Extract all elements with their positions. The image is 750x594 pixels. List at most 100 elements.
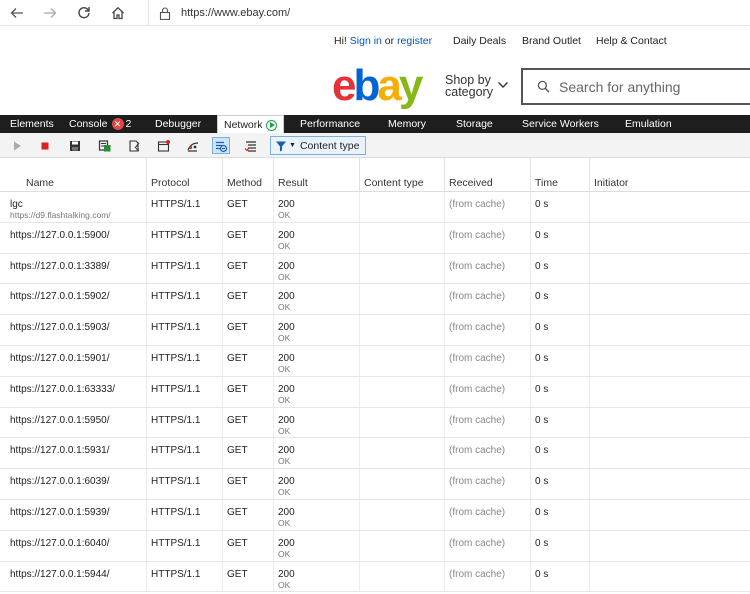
cell-time: 0 s bbox=[530, 192, 589, 222]
tab-emulation[interactable]: Emulation bbox=[625, 115, 672, 133]
brand-outlet-link[interactable]: Brand Outlet bbox=[522, 35, 581, 47]
import-har-button[interactable] bbox=[96, 137, 114, 154]
cell-result: 200 OK bbox=[273, 376, 359, 407]
cell-initiator bbox=[589, 253, 750, 284]
cell-time: 0 s bbox=[530, 376, 589, 407]
tab-performance[interactable]: Performance bbox=[300, 115, 360, 133]
lock-icon bbox=[159, 6, 171, 20]
back-button[interactable] bbox=[0, 0, 34, 26]
register-link[interactable]: register bbox=[397, 35, 432, 47]
address-bar[interactable]: https://www.ebay.com/ bbox=[148, 0, 748, 26]
cell-initiator bbox=[589, 469, 750, 499]
home-button[interactable] bbox=[101, 0, 135, 26]
status-code: 200 bbox=[278, 229, 295, 241]
cell-content-type bbox=[359, 192, 444, 222]
shop-by-category-button[interactable]: Shop by category bbox=[445, 74, 493, 99]
ebay-top-nav: Hi! Sign in or register Daily Deals Bran… bbox=[0, 30, 750, 52]
cell-method: GET bbox=[222, 222, 273, 253]
status-text: OK bbox=[278, 548, 291, 559]
request-name: https://127.0.0.1:6039/ bbox=[10, 476, 110, 488]
cell-name: https://127.0.0.1:6039/ bbox=[0, 469, 146, 499]
tab-debugger[interactable]: Debugger bbox=[155, 115, 201, 133]
table-row[interactable]: https://127.0.0.1:6040/HTTPS/1.1 GET 200 OK… bbox=[0, 530, 750, 562]
column-header-name[interactable]: Name bbox=[0, 158, 146, 192]
request-name: https://127.0.0.1:5901/ bbox=[10, 352, 110, 364]
column-header-method[interactable]: Method bbox=[222, 158, 273, 192]
cell-name: https://127.0.0.1:5902/ bbox=[0, 284, 146, 314]
forward-button[interactable] bbox=[33, 0, 67, 26]
filter-label: Content type bbox=[299, 139, 360, 152]
tab-console[interactable]: Console ✕ 2 bbox=[69, 115, 131, 133]
help-contact-link[interactable]: Help & Contact bbox=[596, 35, 667, 47]
sign-in-link[interactable]: Sign in bbox=[350, 35, 382, 47]
column-header-content-type[interactable]: Content type bbox=[359, 158, 444, 192]
cell-initiator bbox=[589, 345, 750, 376]
status-code: 200 bbox=[278, 506, 295, 518]
status-code: 200 bbox=[278, 260, 295, 272]
cell-protocol: HTTPS/1.1 bbox=[146, 376, 222, 407]
table-row[interactable]: https://127.0.0.1:5900/HTTPS/1.1 GET 200 OK… bbox=[0, 222, 750, 254]
column-header-time[interactable]: Time bbox=[530, 158, 589, 192]
network-toolbar: ▼ Content type bbox=[0, 133, 750, 158]
table-row[interactable]: https://127.0.0.1:5903/HTTPS/1.1 GET 200 OK… bbox=[0, 315, 750, 346]
cell-result: 200 OK bbox=[273, 561, 359, 592]
search-placeholder: Search for anything bbox=[559, 78, 681, 95]
cell-initiator bbox=[589, 315, 750, 345]
play-icon bbox=[14, 141, 21, 150]
column-header-protocol[interactable]: Protocol bbox=[146, 158, 222, 192]
column-header-result[interactable]: Result bbox=[273, 158, 359, 192]
clear-cache-button[interactable] bbox=[125, 137, 143, 154]
clear-entries-button[interactable] bbox=[242, 137, 260, 154]
table-row[interactable]: https://127.0.0.1:5944/HTTPS/1.1 GET 200 OK… bbox=[0, 561, 750, 593]
ebay-logo[interactable]: ebay bbox=[332, 64, 423, 108]
daily-deals-link[interactable]: Daily Deals bbox=[453, 35, 506, 47]
table-row[interactable]: https://127.0.0.1:5939/HTTPS/1.1 GET 200 OK… bbox=[0, 499, 750, 531]
tab-network[interactable]: Network bbox=[217, 115, 284, 133]
tab-memory[interactable]: Memory bbox=[388, 115, 426, 133]
tab-service-workers[interactable]: Service Workers bbox=[522, 115, 599, 133]
status-text: OK bbox=[278, 456, 291, 467]
table-row[interactable]: https://127.0.0.1:5950/HTTPS/1.1 GET 200 OK… bbox=[0, 407, 750, 439]
table-row[interactable]: https://127.0.0.1:5902/HTTPS/1.1 GET 200 OK… bbox=[0, 284, 750, 316]
table-row[interactable]: lgc https://d9.flashtalking.com/HTTPS/1.1… bbox=[0, 192, 750, 223]
cell-protocol: HTTPS/1.1 bbox=[146, 530, 222, 561]
cell-received: (from cache) bbox=[444, 499, 530, 530]
table-row[interactable]: https://127.0.0.1:63333/HTTPS/1.1 GET 200 O… bbox=[0, 376, 750, 408]
cell-result: 200 OK bbox=[273, 530, 359, 561]
cell-initiator bbox=[589, 438, 750, 469]
export-har-button[interactable] bbox=[66, 137, 84, 154]
back-arrow-icon bbox=[10, 7, 23, 18]
table-row[interactable]: https://127.0.0.1:3389/HTTPS/1.1 GET 200 OK… bbox=[0, 253, 750, 285]
table-row[interactable]: https://127.0.0.1:5931/HTTPS/1.1 GET 200 OK… bbox=[0, 438, 750, 470]
request-name: https://127.0.0.1:5950/ bbox=[10, 414, 110, 426]
status-text: OK bbox=[278, 271, 291, 282]
cell-content-type bbox=[359, 530, 444, 561]
table-row[interactable]: https://127.0.0.1:5901/HTTPS/1.1 GET 200 OK… bbox=[0, 345, 750, 377]
cell-method: GET bbox=[222, 407, 273, 438]
clear-cookies-button[interactable] bbox=[155, 137, 173, 154]
column-header-received[interactable]: Received bbox=[444, 158, 530, 192]
request-name: https://127.0.0.1:5944/ bbox=[10, 568, 110, 580]
clear-on-navigate-toggle[interactable] bbox=[212, 137, 230, 154]
search-input[interactable]: Search for anything bbox=[521, 68, 750, 105]
status-code: 200 bbox=[278, 537, 295, 549]
stop-recording-button[interactable] bbox=[36, 137, 54, 154]
console-error-count: 2 bbox=[125, 118, 132, 130]
column-header-initiator[interactable]: Initiator bbox=[589, 158, 750, 192]
cell-method: GET bbox=[222, 253, 273, 284]
start-profiling-button[interactable] bbox=[8, 137, 26, 154]
table-row[interactable]: https://127.0.0.1:6039/HTTPS/1.1 GET 200 OK… bbox=[0, 469, 750, 500]
tab-elements[interactable]: Elements bbox=[10, 115, 54, 133]
always-refresh-button[interactable] bbox=[184, 137, 202, 154]
content-type-filter-button[interactable]: ▼ Content type bbox=[270, 136, 366, 155]
refresh-button[interactable] bbox=[67, 0, 101, 26]
tab-storage[interactable]: Storage bbox=[456, 115, 493, 133]
cell-protocol: HTTPS/1.1 bbox=[146, 499, 222, 530]
cell-method: GET bbox=[222, 315, 273, 345]
or-text: or bbox=[384, 35, 395, 47]
cell-content-type bbox=[359, 499, 444, 530]
cell-method: GET bbox=[222, 192, 273, 222]
cell-time: 0 s bbox=[530, 499, 589, 530]
network-request-table: Name Protocol Method Result Content type… bbox=[0, 158, 750, 593]
cell-time: 0 s bbox=[530, 561, 589, 592]
